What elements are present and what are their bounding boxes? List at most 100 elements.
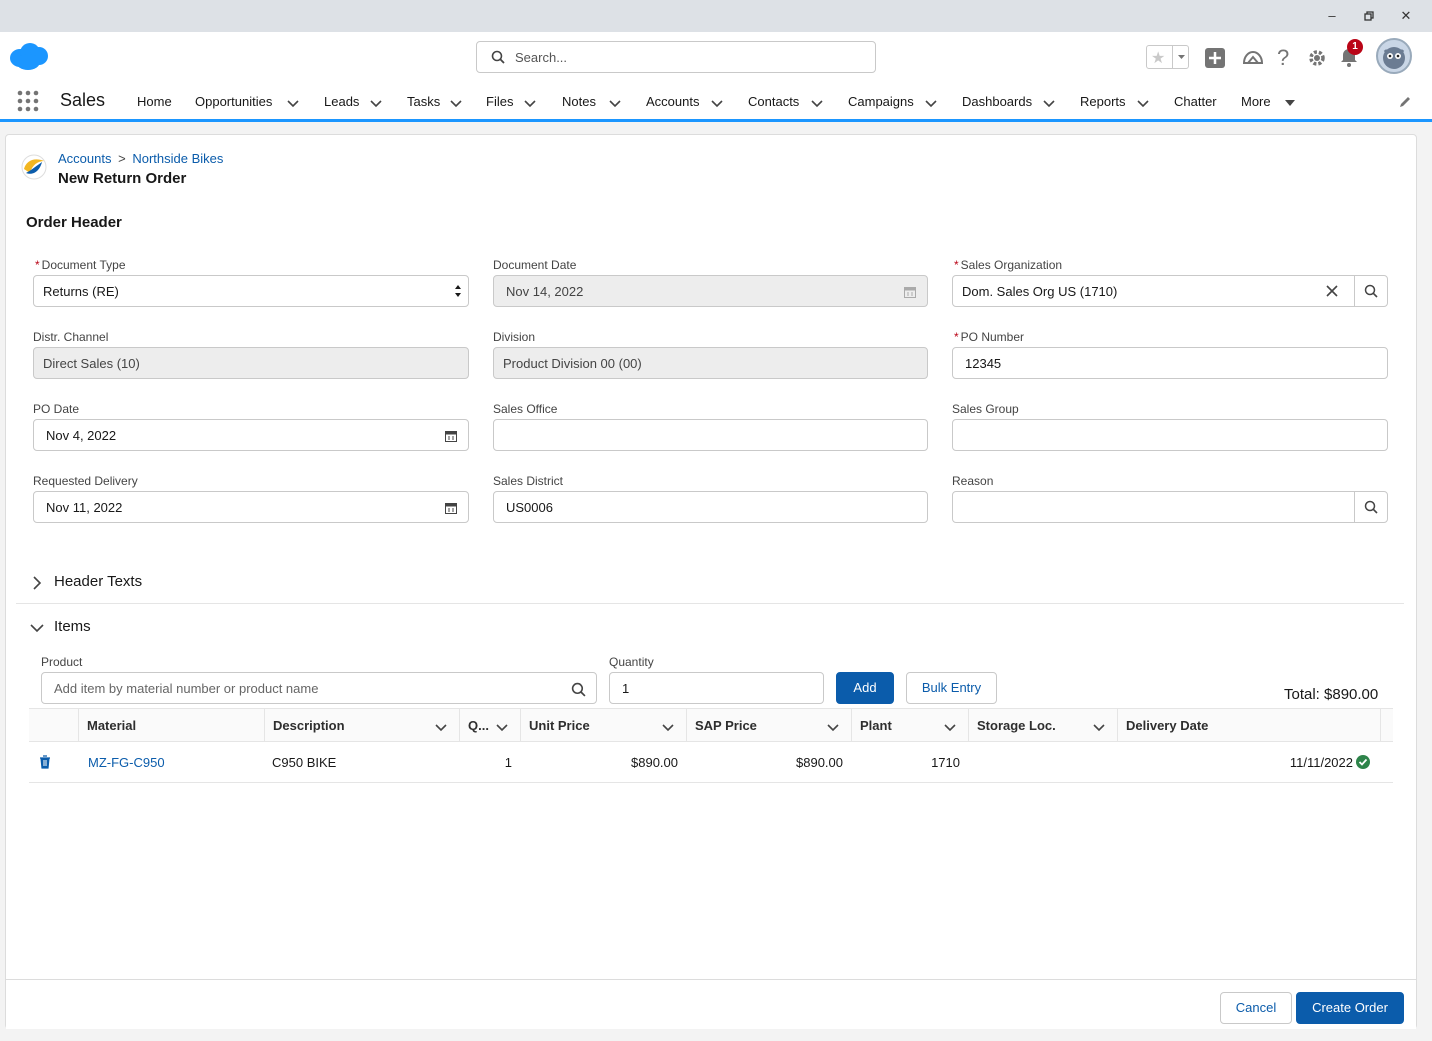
reason-search-button[interactable] (1354, 492, 1387, 522)
quantity-value: 1 (622, 681, 630, 696)
breadcrumb: Accounts > Northside Bikes (58, 151, 223, 166)
column-header-material[interactable]: Material (78, 709, 264, 741)
document-date-field: Nov 14, 2022 (493, 275, 928, 307)
column-header-sap-price[interactable]: SAP Price (686, 709, 851, 741)
nav-item-files[interactable]: Files (486, 94, 513, 109)
order-total: Total: $890.00 (1284, 686, 1379, 703)
column-header-plant[interactable]: Plant (851, 709, 968, 741)
chevron-down-icon[interactable] (925, 96, 937, 111)
notification-badge: 1 (1347, 39, 1363, 55)
delivery-date-cell: 11/11/2022 (1289, 755, 1353, 770)
nav-item-opportunities[interactable]: Opportunities (195, 94, 272, 109)
return-order-card: Accounts > Northside Bikes New Return Or… (5, 134, 1417, 1029)
chevron-down-icon[interactable] (524, 96, 536, 111)
nav-item-leads[interactable]: Leads (324, 94, 359, 109)
minimize-icon[interactable]: – (1322, 6, 1342, 26)
unit-price-cell: $890.00 (631, 755, 678, 770)
chevron-down-icon[interactable] (711, 96, 723, 111)
window-titlebar: – ✕ (0, 0, 1432, 32)
sales-org-label: * Sales Organization (954, 258, 1063, 272)
distr-channel-value: Direct Sales (10) (43, 356, 140, 371)
chevron-down-icon[interactable] (370, 96, 382, 111)
column-header-quantity[interactable]: Q... (459, 709, 520, 741)
help-icon[interactable]: ? (1277, 45, 1289, 71)
restore-icon[interactable] (1359, 6, 1379, 26)
sales-district-value: US0006 (506, 500, 553, 515)
items-label: Items (54, 618, 91, 635)
chevron-down-icon[interactable] (1043, 96, 1055, 111)
caret-down-icon[interactable] (1284, 95, 1296, 110)
create-order-button[interactable]: Create Order (1296, 992, 1404, 1024)
calendar-icon[interactable] (445, 502, 457, 517)
search-icon (1364, 500, 1378, 514)
search-icon[interactable] (571, 682, 586, 700)
reason-lookup[interactable] (952, 491, 1388, 523)
nav-item-accounts[interactable]: Accounts (646, 94, 699, 109)
cancel-button[interactable]: Cancel (1220, 992, 1292, 1024)
setup-gear-icon[interactable] (1307, 48, 1327, 71)
material-link[interactable]: MZ-FG-C950 (88, 755, 165, 770)
delete-row-trash-icon[interactable] (39, 755, 51, 772)
add-item-button[interactable]: Add (836, 672, 894, 704)
nav-item-dashboards[interactable]: Dashboards (962, 94, 1032, 109)
breadcrumb-accounts-link[interactable]: Accounts (58, 151, 111, 166)
po-date-input[interactable]: Nov 4, 2022 (33, 419, 469, 451)
edit-nav-pencil-icon[interactable] (1398, 95, 1412, 112)
nav-item-more[interactable]: More (1241, 94, 1271, 109)
global-header: Search... ★ ? 1 (0, 32, 1432, 82)
star-icon: ★ (1151, 50, 1166, 67)
search-input[interactable]: Search... (515, 50, 567, 65)
favorites-button[interactable]: ★ (1146, 45, 1189, 69)
po-number-input[interactable]: 12345 (952, 347, 1388, 379)
bulk-entry-button[interactable]: Bulk Entry (906, 672, 997, 704)
document-type-select[interactable]: Returns (RE) (33, 275, 469, 307)
chevron-down-icon[interactable] (287, 96, 299, 111)
close-window-icon[interactable]: ✕ (1396, 6, 1416, 26)
document-date-label: Document Date (493, 258, 577, 272)
chevron-right-icon (33, 576, 42, 590)
chevron-down-icon (944, 720, 956, 735)
page-title: New Return Order (58, 170, 187, 187)
calendar-icon[interactable] (445, 430, 457, 445)
nav-item-contacts[interactable]: Contacts (748, 94, 799, 109)
chevron-down-icon[interactable] (609, 96, 621, 111)
trailhead-icon[interactable] (1242, 47, 1264, 70)
search-icon (1364, 284, 1378, 298)
nav-item-home[interactable]: Home (137, 94, 172, 109)
chevron-down-icon (435, 720, 447, 735)
description-cell: C950 BIKE (272, 755, 337, 770)
distr-channel-label: Distr. Channel (33, 330, 109, 344)
nav-item-chatter[interactable]: Chatter (1174, 94, 1217, 109)
favorites-dropdown[interactable] (1172, 46, 1189, 68)
sap-price-cell: $890.00 (796, 755, 843, 770)
global-search[interactable]: Search... (476, 41, 876, 73)
quantity-input[interactable]: 1 (609, 672, 824, 704)
global-add-icon[interactable] (1204, 47, 1226, 72)
sales-office-input[interactable] (493, 419, 928, 451)
chevron-down-icon (496, 720, 508, 735)
column-header-delivery-date[interactable]: Delivery Date (1117, 709, 1381, 741)
app-launcher-icon[interactable] (17, 90, 39, 115)
nav-item-tasks[interactable]: Tasks (407, 94, 440, 109)
sales-org-lookup[interactable]: Dom. Sales Org US (1710) (952, 275, 1388, 307)
salesforce-logo[interactable] (8, 42, 50, 75)
po-date-label: PO Date (33, 402, 80, 416)
column-header-unit-price[interactable]: Unit Price (520, 709, 686, 741)
product-search-input[interactable]: Add item by material number or product n… (41, 672, 597, 704)
sales-org-search-button[interactable] (1354, 276, 1387, 306)
column-header-storage-loc[interactable]: Storage Loc. (968, 709, 1117, 741)
chevron-down-icon[interactable] (1137, 96, 1149, 111)
breadcrumb-account-record-link[interactable]: Northside Bikes (132, 151, 223, 166)
clear-icon[interactable] (1326, 285, 1338, 300)
sales-group-input[interactable] (952, 419, 1388, 451)
requested-delivery-input[interactable]: Nov 11, 2022 (33, 491, 469, 523)
chevron-down-icon[interactable] (450, 96, 462, 111)
nav-item-notes[interactable]: Notes (562, 94, 596, 109)
sales-district-input[interactable]: US0006 (493, 491, 928, 523)
nav-item-campaigns[interactable]: Campaigns (848, 94, 914, 109)
chevron-down-icon[interactable] (811, 96, 823, 111)
user-avatar[interactable] (1376, 38, 1412, 74)
items-table-header: Material Description Q... Unit Price SAP… (29, 708, 1393, 742)
nav-item-reports[interactable]: Reports (1080, 94, 1126, 109)
column-header-description[interactable]: Description (264, 709, 459, 741)
